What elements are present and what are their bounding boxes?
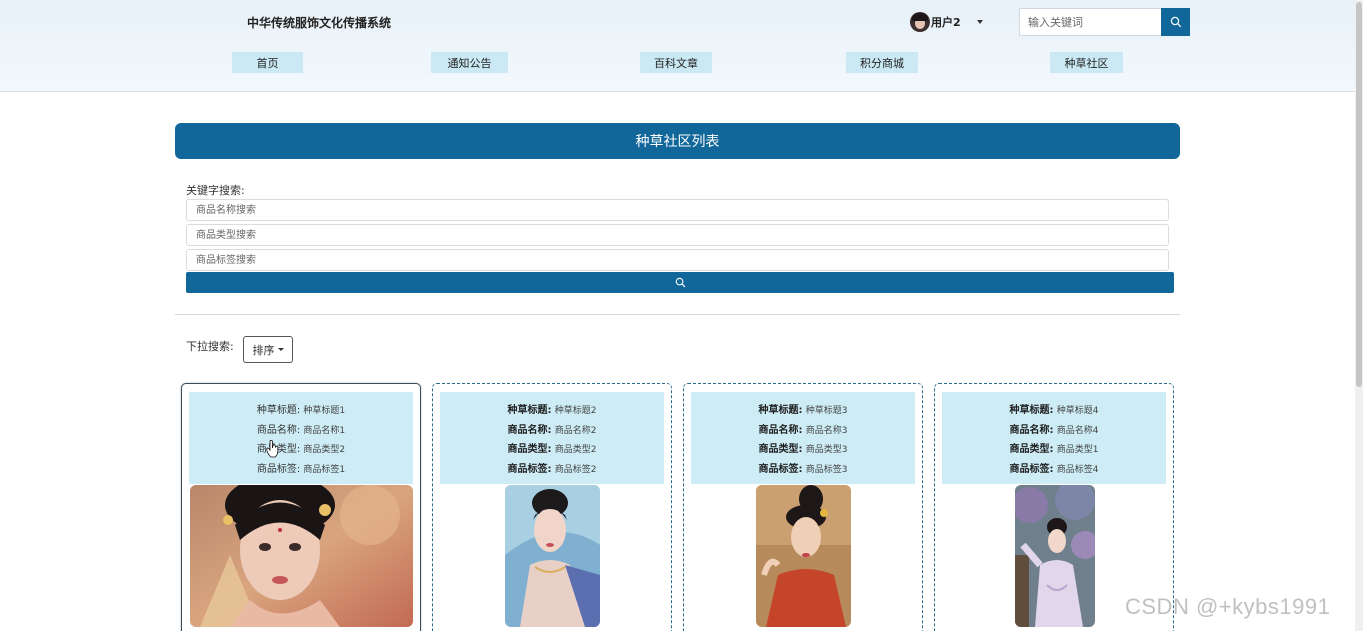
keyword-search-button[interactable] (186, 272, 1174, 293)
info-row-title: 种草标题: 种草标题2 (507, 405, 597, 416)
divider (175, 314, 1180, 315)
info-row-tag: 商品标签: 商品标签3 (758, 464, 848, 475)
avatar[interactable] (910, 12, 930, 32)
chevron-down-icon (277, 348, 284, 351)
sort-label: 排序 (252, 343, 275, 357)
info-row-name: 商品名称: 商品名称2 (507, 425, 597, 436)
info-row-type: 商品类型: 商品类型1 (1009, 444, 1099, 455)
product-name-search-input[interactable] (186, 199, 1169, 221)
community-card[interactable]: 种草标题: 种草标题3 商品名称: 商品名称3 商品类型: 商品类型3 商品标签… (683, 383, 923, 631)
sort-dropdown-button[interactable]: 排序 (243, 336, 293, 363)
info-row-title: 种草标题: 种草标题1 (256, 405, 346, 416)
info-row-type: 商品类型: 商品类型3 (758, 444, 848, 455)
user-name[interactable]: 用户2 (931, 14, 961, 30)
search-icon (1170, 16, 1181, 28)
scrollbar-thumb[interactable] (1356, 2, 1362, 387)
product-type-search-input[interactable] (186, 224, 1169, 246)
keyword-search-label: 关键字搜索: (186, 184, 245, 197)
user-menu[interactable]: 用户2 (910, 12, 983, 32)
header: 中华传统服饰文化传播系统 用户2 首页 通知公告 百科文章 积分商城 种草社区 (0, 0, 1363, 92)
nav-item-community[interactable]: 种草社区 (1050, 52, 1123, 73)
product-image[interactable] (505, 485, 600, 627)
chevron-down-icon[interactable] (976, 20, 983, 24)
nav-item-home[interactable]: 首页 (232, 52, 303, 73)
info-row-tag: 商品标签: 商品标签4 (1009, 464, 1099, 475)
info-row-type: 商品类型: 商品类型2 (507, 444, 597, 455)
info-row-name: 商品名称: 商品名称4 (1009, 425, 1099, 436)
info-row-name: 商品名称: 商品名称1 (256, 425, 346, 436)
community-card[interactable]: 种草标题: 种草标题1 商品名称: 商品名称1 商品类型: 商品类型2 商品标签… (181, 383, 421, 631)
scrollbar[interactable] (1355, 0, 1363, 631)
product-image[interactable] (756, 485, 851, 627)
card-info: 种草标题: 种草标题2 商品名称: 商品名称2 商品类型: 商品类型2 商品标签… (440, 392, 664, 484)
community-card[interactable]: 种草标题: 种草标题2 商品名称: 商品名称2 商品类型: 商品类型2 商品标签… (432, 383, 672, 631)
info-row-name: 商品名称: 商品名称3 (758, 425, 848, 436)
info-row-type: 商品类型: 商品类型2 (256, 444, 346, 455)
site-title: 中华传统服饰文化传播系统 (247, 16, 392, 30)
nav-item-articles[interactable]: 百科文章 (640, 52, 712, 73)
info-row-title: 种草标题: 种草标题3 (758, 405, 848, 416)
list-title: 种草社区列表 (175, 123, 1180, 159)
top-search (1019, 8, 1190, 36)
card-info: 种草标题: 种草标题4 商品名称: 商品名称4 商品类型: 商品类型1 商品标签… (942, 392, 1166, 484)
card-info: 种草标题: 种草标题1 商品名称: 商品名称1 商品类型: 商品类型2 商品标签… (189, 392, 413, 484)
product-image[interactable] (1015, 485, 1095, 627)
search-icon (675, 277, 685, 288)
info-row-tag: 商品标签: 商品标签1 (256, 464, 346, 475)
info-row-tag: 商品标签: 商品标签2 (507, 464, 597, 475)
hand-cursor-icon (266, 440, 279, 458)
product-tag-search-input[interactable] (186, 249, 1169, 271)
nav-item-notices[interactable]: 通知公告 (431, 52, 508, 73)
card-info: 种草标题: 种草标题3 商品名称: 商品名称3 商品类型: 商品类型3 商品标签… (691, 392, 915, 484)
product-image[interactable] (190, 485, 413, 627)
dropdown-search-label: 下拉搜索: (186, 340, 234, 353)
top-search-input[interactable] (1019, 8, 1161, 36)
watermark: CSDN @+kybs1991 (1125, 594, 1331, 619)
nav-item-points-mall[interactable]: 积分商城 (846, 52, 918, 73)
info-row-title: 种草标题: 种草标题4 (1009, 405, 1099, 416)
top-search-button[interactable] (1161, 8, 1190, 36)
